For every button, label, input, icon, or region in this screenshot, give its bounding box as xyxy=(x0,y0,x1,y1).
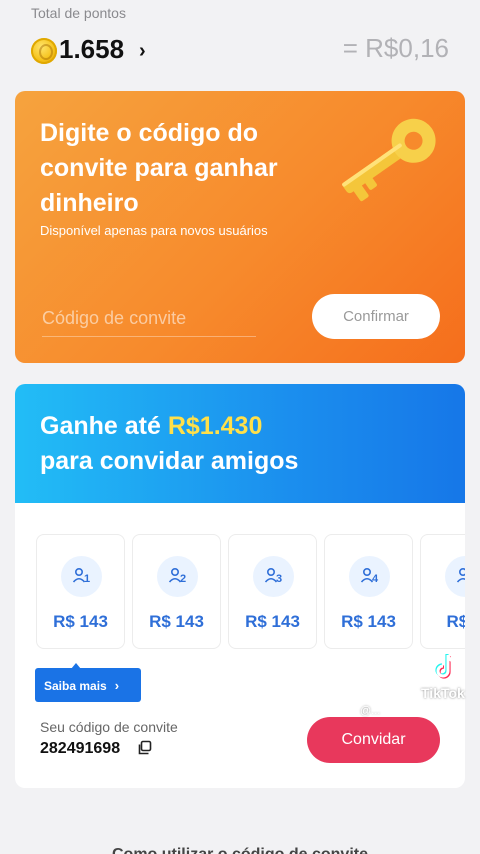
user-icon: 5 xyxy=(445,556,465,597)
learn-more-button[interactable]: Saiba mais › xyxy=(35,663,141,702)
user-icon: 1 xyxy=(61,556,102,597)
footer-help-text[interactable]: Como utilizar o código de convite xyxy=(0,846,480,854)
invite-code-input[interactable] xyxy=(42,301,256,337)
tiktok-watermark: TikTok xyxy=(421,685,465,701)
coin-icon xyxy=(31,38,57,64)
invite-code-card: Digite o código do convite para ganhar d… xyxy=(15,91,465,363)
tier-number: 1 xyxy=(84,573,91,585)
my-invite-code-value: 282491698 xyxy=(40,740,121,757)
key-icon xyxy=(342,118,436,202)
learn-more-label: Saiba mais xyxy=(44,678,107,693)
user-icon: 2 xyxy=(157,556,198,597)
tier-number: 2 xyxy=(180,573,187,585)
total-points-label: Total de pontos xyxy=(31,5,126,21)
copy-icon[interactable] xyxy=(137,740,153,756)
tiktok-logo-icon xyxy=(435,654,456,679)
tier-amount: R$ 1 xyxy=(446,612,465,631)
confirm-button[interactable]: Confirmar xyxy=(312,294,440,339)
invite-code-title: Digite o código do convite para ganhar d… xyxy=(40,119,278,217)
reward-tier-card[interactable]: 4 R$ 143 xyxy=(324,534,413,649)
referral-title-prefix: Ganhe até xyxy=(40,412,168,440)
my-invite-code-label: Seu código de convite xyxy=(40,719,178,735)
reward-tier-card[interactable]: 1 R$ 143 xyxy=(36,534,125,649)
points-balance[interactable]: 1.658 xyxy=(59,34,124,65)
referral-card: Ganhe até R$1.430 para convidar amigos 1… xyxy=(15,384,465,788)
reward-tier-card[interactable]: 2 R$ 143 xyxy=(132,534,221,649)
tier-number: 3 xyxy=(276,573,283,585)
tiktok-username: @... xyxy=(360,705,381,717)
reward-tier-card[interactable]: 5 R$ 1 xyxy=(420,534,465,649)
chevron-right-icon[interactable]: › xyxy=(139,40,146,63)
tier-amount: R$ 143 xyxy=(149,612,204,631)
points-money-equivalent: = R$0,16 xyxy=(342,33,449,63)
reward-tier-card[interactable]: 3 R$ 143 xyxy=(228,534,317,649)
tier-amount: R$ 143 xyxy=(245,612,300,631)
tier-amount: R$ 143 xyxy=(53,612,108,631)
user-icon: 3 xyxy=(253,556,294,597)
invite-code-subtitle: Disponível apenas para novos usuários xyxy=(40,223,268,238)
referral-title: Ganhe até R$1.430 para convidar amigos xyxy=(40,409,298,479)
referral-banner: Ganhe até R$1.430 para convidar amigos xyxy=(15,384,465,503)
chevron-right-icon: › xyxy=(114,677,120,693)
user-icon: 4 xyxy=(349,556,390,597)
reward-tiers-list: 1 R$ 143 2 R$ 143 3 R$ 143 4 R$ 143 R$ xyxy=(36,534,465,649)
referral-max-amount: R$1.430 xyxy=(167,412,263,440)
referral-title-suffix: para convidar amigos xyxy=(40,447,299,475)
tier-number: 4 xyxy=(372,573,379,585)
tier-amount: R$ 143 xyxy=(341,612,396,631)
invite-friends-button[interactable]: Convidar xyxy=(307,717,440,763)
